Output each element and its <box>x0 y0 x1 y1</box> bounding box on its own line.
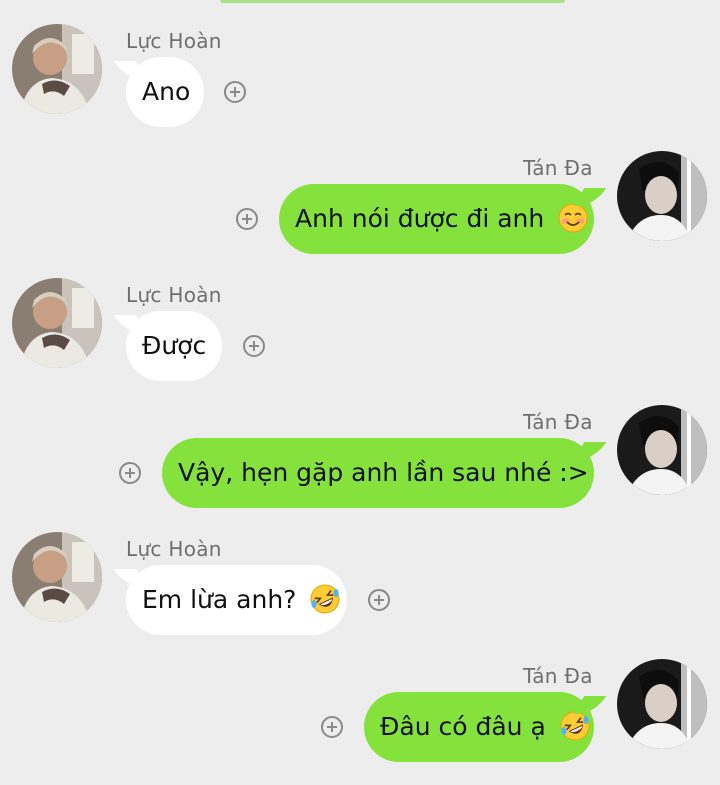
message-row-incoming: Lực Hoàn Em lừa anh? <box>0 508 720 635</box>
message-text: Vậy, hẹn gặp anh lần sau nhé :> <box>178 458 589 487</box>
avatar-tan-da[interactable] <box>617 405 707 495</box>
sender-name: Lực Hoàn <box>126 537 222 561</box>
message-text: Ano <box>142 77 191 106</box>
rolling-laughing-emoji <box>560 711 590 741</box>
sender-name: Tán Đa <box>523 410 593 434</box>
message-bubble[interactable]: Ano <box>126 57 204 127</box>
avatar-luc-hoan[interactable] <box>12 24 102 114</box>
avatar-tan-da[interactable] <box>617 659 707 749</box>
message-bubble[interactable]: Anh nói được đi anh <box>279 184 594 254</box>
message-bubble[interactable]: Em lừa anh? <box>126 565 347 635</box>
message-row-outgoing: Tán Đa Anh nói được đi anh <box>0 127 720 254</box>
avatar-tan-da[interactable] <box>617 151 707 241</box>
add-reaction-icon[interactable] <box>243 335 265 357</box>
message-text: Em lừa anh? <box>142 585 297 614</box>
avatar-luc-hoan[interactable] <box>12 278 102 368</box>
rolling-laughing-emoji <box>310 584 340 614</box>
sender-name: Tán Đa <box>523 664 593 688</box>
message-text: Anh nói được đi anh <box>295 204 545 233</box>
sender-name: Tán Đa <box>523 156 593 180</box>
message-bubble[interactable]: Vậy, hẹn gặp anh lần sau nhé :> <box>162 438 594 508</box>
add-reaction-icon[interactable] <box>321 716 343 738</box>
message-text: Đâu có đâu ạ <box>380 712 546 741</box>
message-row-incoming: Lực Hoàn Được <box>0 254 720 381</box>
add-reaction-icon[interactable] <box>119 462 141 484</box>
smiling-blush-emoji <box>558 203 588 233</box>
sender-name: Lực Hoàn <box>126 29 222 53</box>
add-reaction-icon[interactable] <box>236 208 258 230</box>
message-text: Được <box>142 331 207 360</box>
message-bubble[interactable]: Đâu có đâu ạ <box>364 692 594 762</box>
sender-name: Lực Hoàn <box>126 283 222 307</box>
message-bubble[interactable]: Được <box>126 311 222 381</box>
add-reaction-icon[interactable] <box>224 81 246 103</box>
add-reaction-icon[interactable] <box>368 589 390 611</box>
message-row-incoming: Lực Hoàn Ano <box>0 0 720 127</box>
message-row-outgoing: Tán Đa Đâu có đâu ạ <box>0 635 720 762</box>
message-row-outgoing: Tán Đa Vậy, hẹn gặp anh lần sau nhé :> <box>0 381 720 508</box>
avatar-luc-hoan[interactable] <box>12 532 102 622</box>
